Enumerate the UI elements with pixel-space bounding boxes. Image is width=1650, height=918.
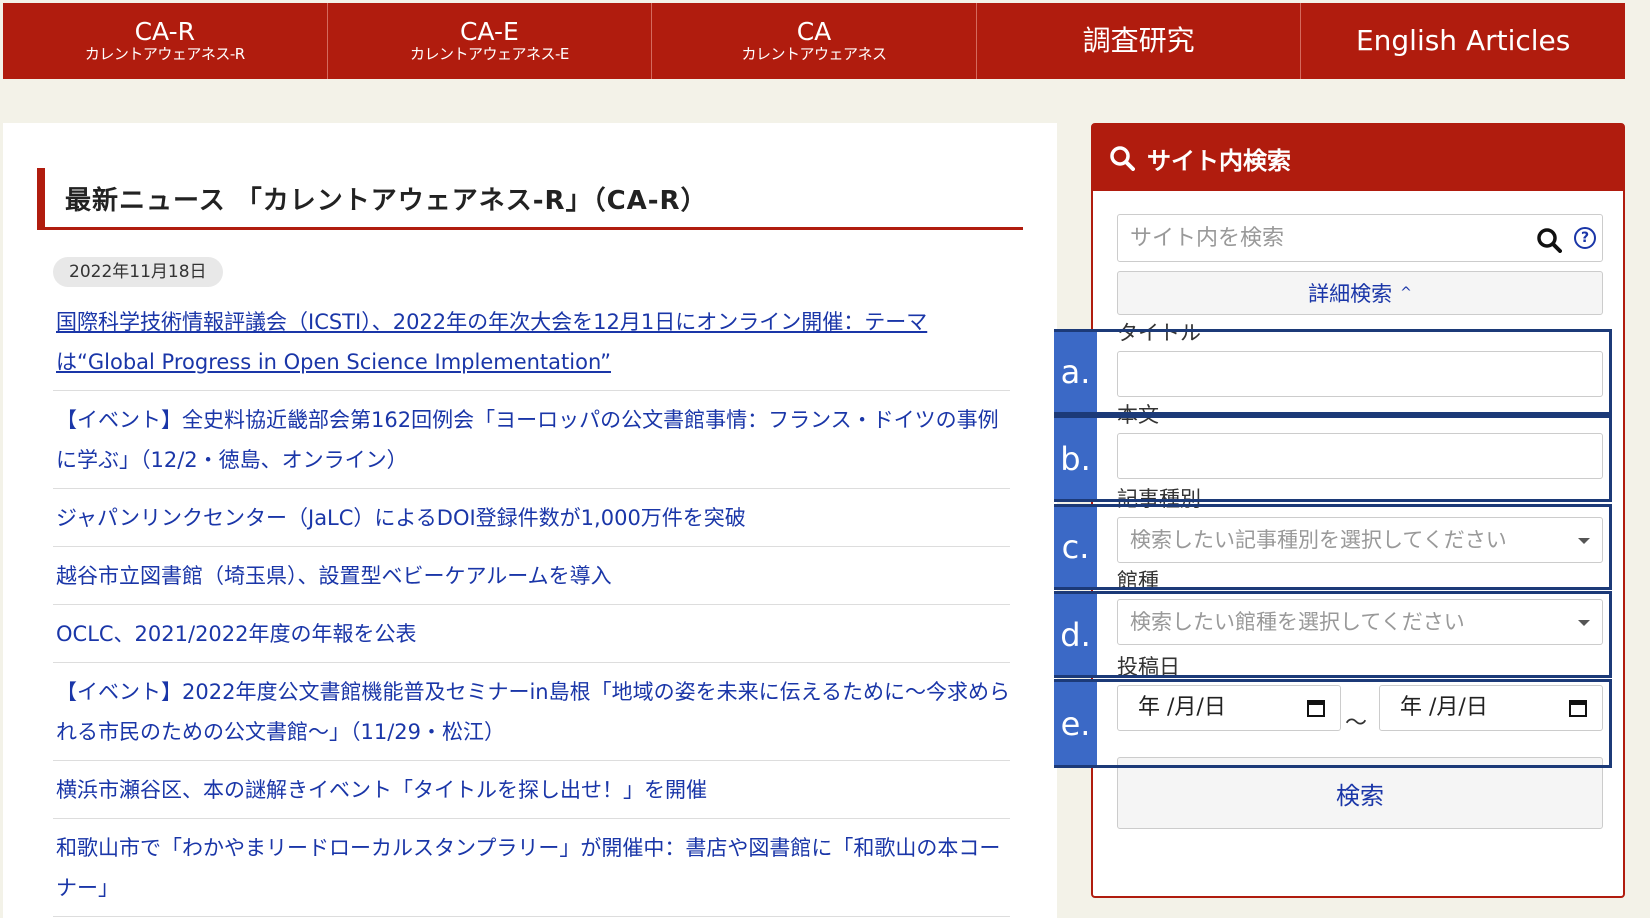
news-item: 【イベント】全史料協近畿部会第162回例会「ヨーロッパの公文書館事情：フランス・… bbox=[53, 391, 1010, 489]
advanced-search-label: 詳細検索 bbox=[1308, 282, 1393, 306]
nav-item-main-label: English Articles bbox=[1355, 24, 1571, 57]
news-item: OCLC、2021/2022年度の年報を公表 bbox=[53, 605, 1010, 663]
news-item: 【イベント】2022年度公文書館機能普及セミナーin島根「地域の姿を未来に伝える… bbox=[53, 663, 1010, 761]
nav-item-research[interactable]: 調査研究 bbox=[977, 3, 1302, 79]
news-link[interactable]: 国際科学技術情報評議会（ICSTI）、2022年の年次大会を12月1日にオンライ… bbox=[56, 310, 927, 374]
news-link[interactable]: 越谷市立図書館（埼玉県）、設置型ベビーケアルームを導入 bbox=[56, 564, 612, 588]
section-heading-text: 最新ニュース 「カレントアウェアネス-R」（CA-R） bbox=[65, 186, 708, 216]
search-icon bbox=[1110, 146, 1135, 171]
nav-item-sub-label: カレントアウェアネス-R bbox=[84, 45, 245, 63]
nav-item-ca-r[interactable]: CA-R カレントアウェアネス-R bbox=[3, 3, 328, 79]
date-badge: 2022年11月18日 bbox=[53, 257, 223, 287]
advanced-search-toggle[interactable]: 詳細検索 ^ bbox=[1117, 271, 1603, 315]
nav-item-ca[interactable]: CA カレントアウェアネス bbox=[652, 3, 977, 79]
annotation-box-c bbox=[1054, 504, 1612, 590]
search-panel-title: サイト内検索 bbox=[1147, 146, 1291, 175]
nav-item-main-label: 調査研究 bbox=[1082, 24, 1195, 57]
annotation-tag-d: d. bbox=[1054, 594, 1097, 675]
news-link[interactable]: 横浜市瀬谷区、本の謎解きイベント「タイトルを探し出せ！」を開催 bbox=[56, 778, 707, 802]
help-icon[interactable]: ? bbox=[1574, 227, 1596, 249]
chevron-up-icon: ^ bbox=[1400, 285, 1412, 301]
nav-item-english-articles[interactable]: English Articles bbox=[1301, 3, 1625, 79]
annotation-tag-e: e. bbox=[1054, 682, 1097, 765]
nav-item-main-label: CA-R bbox=[134, 17, 195, 46]
news-link[interactable]: 【イベント】2022年度公文書館機能普及セミナーin島根「地域の姿を未来に伝える… bbox=[56, 680, 1010, 744]
news-link[interactable]: 和歌山市で「わかやまリードローカルスタンプラリー」が開催中：書店や図書館に「和歌… bbox=[56, 836, 1000, 900]
top-nav: CA-R カレントアウェアネス-R CA-E カレントアウェアネス-E CA カ… bbox=[3, 3, 1625, 79]
news-item: ジャパンリンクセンター（JaLC）によるDOI登録件数が1,000万件を突破 bbox=[53, 489, 1010, 547]
nav-item-main-label: CA bbox=[796, 17, 832, 46]
annotation-box-a bbox=[1054, 329, 1612, 415]
annotation-box-d bbox=[1054, 591, 1612, 678]
news-list: 国際科学技術情報評議会（ICSTI）、2022年の年次大会を12月1日にオンライ… bbox=[53, 293, 1010, 917]
nav-item-main-label: CA-E bbox=[459, 17, 519, 46]
search-panel-header: サイト内検索 bbox=[1093, 125, 1623, 191]
section-heading: 最新ニュース 「カレントアウェアネス-R」（CA-R） bbox=[37, 168, 1023, 230]
news-link[interactable]: 【イベント】全史料協近畿部会第162回例会「ヨーロッパの公文書館事情：フランス・… bbox=[56, 408, 999, 472]
annotation-box-b bbox=[1054, 415, 1612, 502]
news-item: 国際科学技術情報評議会（ICSTI）、2022年の年次大会を12月1日にオンライ… bbox=[53, 293, 1010, 391]
news-link[interactable]: ジャパンリンクセンター（JaLC）によるDOI登録件数が1,000万件を突破 bbox=[56, 506, 746, 530]
news-link[interactable]: OCLC、2021/2022年度の年報を公表 bbox=[56, 622, 417, 646]
news-item: 横浜市瀬谷区、本の謎解きイベント「タイトルを探し出せ！」を開催 bbox=[53, 761, 1010, 819]
nav-item-ca-e[interactable]: CA-E カレントアウェアネス-E bbox=[328, 3, 653, 79]
annotation-tag-b: b. bbox=[1054, 418, 1097, 499]
search-icon[interactable] bbox=[1536, 227, 1562, 253]
annotation-box-e bbox=[1054, 679, 1612, 768]
news-item: 和歌山市で「わかやまリードローカルスタンプラリー」が開催中：書店や図書館に「和歌… bbox=[53, 819, 1010, 917]
annotation-tag-c: c. bbox=[1054, 507, 1097, 587]
nav-item-sub-label: カレントアウェアネス bbox=[741, 45, 887, 63]
keyword-input[interactable] bbox=[1118, 215, 1508, 261]
keyword-search-box: ? bbox=[1117, 214, 1603, 262]
main-content: 最新ニュース 「カレントアウェアネス-R」（CA-R） 2022年11月18日 … bbox=[3, 123, 1057, 918]
nav-item-sub-label: カレントアウェアネス-E bbox=[409, 45, 569, 63]
annotation-tag-a: a. bbox=[1054, 332, 1097, 412]
news-item: 越谷市立図書館（埼玉県）、設置型ベビーケアルームを導入 bbox=[53, 547, 1010, 605]
